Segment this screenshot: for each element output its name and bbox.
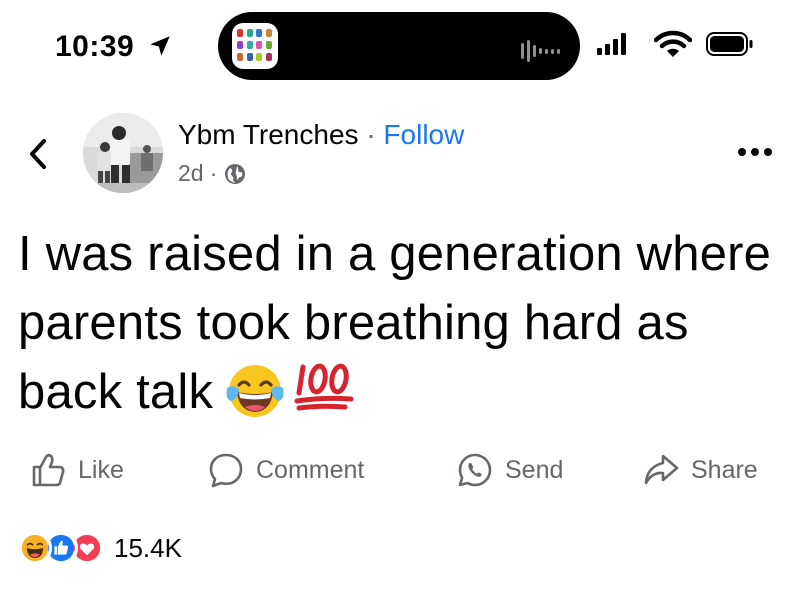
wifi-icon (654, 30, 692, 57)
comment-label: Comment (256, 455, 365, 484)
more-options-icon[interactable] (738, 148, 772, 156)
share-label: Share (691, 455, 758, 484)
battery-icon (706, 32, 753, 56)
post-author-line: Ybm Trenches · Follow (178, 119, 464, 151)
post-timestamp[interactable]: 2d (178, 160, 204, 187)
location-arrow-icon (150, 36, 170, 56)
avatar-photo (83, 113, 163, 193)
follow-button[interactable]: Follow (383, 119, 464, 150)
tears-of-joy-emoji-icon (226, 365, 284, 418)
whatsapp-icon (458, 453, 492, 487)
like-button[interactable]: Like (30, 452, 124, 488)
comment-bubble-icon (209, 453, 243, 488)
back-chevron-icon[interactable] (24, 136, 54, 172)
author-avatar[interactable] (83, 113, 163, 193)
meta-separator: · (209, 160, 218, 186)
reaction-count: 15.4K (114, 532, 182, 563)
cellular-signal-icon (597, 33, 626, 55)
haha-reaction-icon (18, 531, 52, 565)
audio-wave-icon (521, 40, 560, 62)
status-time: 10:39 (55, 30, 135, 63)
post-text: I was raised in a generation where paren… (18, 227, 772, 419)
comment-button[interactable]: Comment (208, 452, 364, 488)
send-label: Send (505, 455, 564, 484)
thumbs-up-icon (32, 453, 65, 487)
author-separator: · (366, 119, 376, 150)
author-name[interactable]: Ybm Trenches (178, 119, 359, 150)
hundred-points-emoji-icon (294, 363, 354, 411)
like-label: Like (78, 455, 124, 484)
share-arrow-icon (644, 454, 679, 485)
reactions-summary[interactable]: 15.4K (18, 531, 182, 565)
send-button[interactable]: Send (457, 452, 563, 488)
post-meta: 2d · (178, 160, 247, 187)
dynamic-island[interactable] (218, 12, 580, 80)
app-icon (232, 23, 278, 69)
share-button[interactable]: Share (643, 452, 758, 488)
post-action-bar: Like Comment Send Share (30, 452, 780, 496)
globe-icon (225, 163, 246, 184)
post-body: I was raised in a generation where paren… (18, 220, 788, 427)
